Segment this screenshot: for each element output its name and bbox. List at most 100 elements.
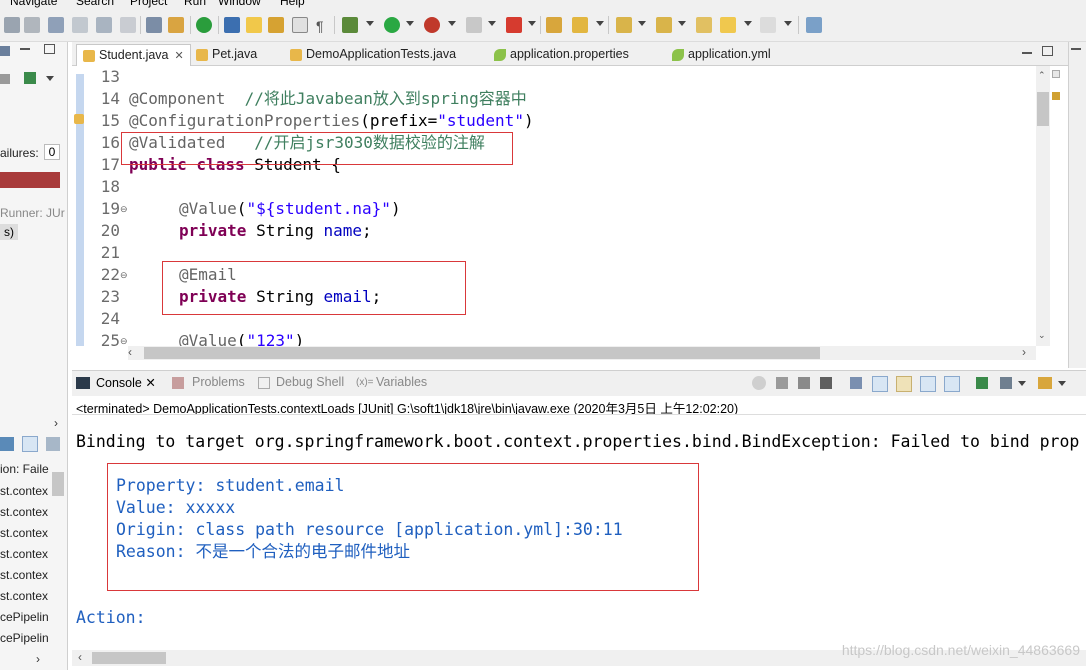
tree-item[interactable]: st.contex bbox=[0, 568, 48, 582]
tab-console[interactable]: Console ✕ bbox=[96, 375, 156, 390]
minimize-icon[interactable] bbox=[20, 48, 30, 50]
tree-item[interactable]: cePipelin bbox=[0, 610, 49, 624]
open-console-icon[interactable] bbox=[1038, 377, 1052, 389]
highlight-icon[interactable] bbox=[246, 17, 262, 33]
show-on-output-icon[interactable] bbox=[920, 376, 936, 392]
code-editor[interactable]: 13 14 15 16 17 18 19 20 21 22 23 24 25 ⊖… bbox=[72, 66, 1052, 346]
chevron-down-icon[interactable] bbox=[744, 21, 752, 26]
outline-icon[interactable] bbox=[146, 17, 162, 33]
history-icon[interactable] bbox=[0, 74, 10, 84]
editor-vertical-scrollbar[interactable]: ⌃ ⌄ bbox=[1036, 66, 1050, 346]
scrollbar-thumb[interactable] bbox=[92, 652, 166, 664]
tree-icon[interactable] bbox=[46, 437, 60, 451]
scroll-lock-icon[interactable] bbox=[872, 376, 888, 392]
chevron-down-icon[interactable] bbox=[1018, 381, 1026, 386]
chevron-down-icon[interactable] bbox=[638, 21, 646, 26]
chevron-right-icon[interactable]: › bbox=[36, 652, 40, 666]
tree-item[interactable]: st.contex bbox=[0, 589, 48, 603]
chevron-down-icon[interactable] bbox=[406, 21, 414, 26]
menu-help[interactable]: Help bbox=[280, 0, 305, 8]
chevron-down-icon[interactable] bbox=[784, 21, 792, 26]
coverage-icon[interactable] bbox=[424, 17, 440, 33]
chevron-down-icon[interactable] bbox=[488, 21, 496, 26]
tree-item[interactable]: st.contex bbox=[0, 547, 48, 561]
filter-icon[interactable] bbox=[22, 436, 38, 452]
close-icon[interactable]: ✕ bbox=[145, 376, 155, 390]
menu-run[interactable]: Run bbox=[184, 0, 206, 8]
tab-debug-shell[interactable]: Debug Shell bbox=[276, 375, 344, 389]
run-icon[interactable] bbox=[384, 17, 400, 33]
tree-item[interactable]: ion: Faile bbox=[0, 462, 49, 476]
warning-icon[interactable] bbox=[74, 114, 84, 124]
clear-console-icon[interactable] bbox=[850, 377, 862, 389]
tab-application-properties[interactable]: application.properties bbox=[488, 44, 635, 66]
print-icon[interactable] bbox=[72, 17, 88, 33]
save-icon[interactable] bbox=[24, 17, 40, 33]
layout-icon[interactable] bbox=[24, 72, 36, 84]
editor-horizontal-scrollbar[interactable]: ‹ › bbox=[128, 345, 1036, 360]
show-on-error-icon[interactable] bbox=[944, 376, 960, 392]
panel-icon[interactable] bbox=[0, 46, 10, 56]
chevron-right-icon[interactable]: › bbox=[54, 416, 58, 430]
code-line-19[interactable]: @Value("${student.na}") bbox=[179, 198, 401, 220]
external-tools-icon[interactable] bbox=[506, 17, 522, 33]
remove-launch-icon[interactable] bbox=[820, 377, 832, 389]
code-line-25[interactable]: @Value("123") bbox=[179, 330, 304, 346]
toggle-mark-icon[interactable] bbox=[168, 17, 184, 33]
forward-icon[interactable] bbox=[760, 17, 776, 33]
terminate-icon[interactable] bbox=[776, 377, 788, 389]
tab-variables[interactable]: Variables bbox=[376, 375, 427, 389]
minimize-icon[interactable] bbox=[1071, 48, 1081, 50]
properties-icon[interactable] bbox=[120, 17, 136, 33]
last-edit-icon[interactable] bbox=[696, 17, 712, 33]
chevron-down-icon[interactable] bbox=[528, 21, 536, 26]
code-line-20[interactable]: private String name; bbox=[179, 220, 372, 242]
chevron-down-icon[interactable] bbox=[1058, 381, 1066, 386]
display-console-icon[interactable] bbox=[1000, 377, 1012, 389]
tree-item[interactable]: st.contex bbox=[0, 484, 48, 498]
back-icon[interactable] bbox=[720, 17, 736, 33]
prev-annotation-icon[interactable] bbox=[656, 17, 672, 33]
chevron-down-icon[interactable] bbox=[678, 21, 686, 26]
stop-icon[interactable] bbox=[466, 17, 482, 33]
overview-ruler-icon[interactable] bbox=[1052, 70, 1060, 78]
chevron-left-icon[interactable]: ‹ bbox=[128, 345, 132, 359]
chevron-down-icon[interactable] bbox=[366, 21, 374, 26]
chevron-down-icon[interactable] bbox=[46, 76, 54, 81]
word-wrap-icon[interactable] bbox=[896, 376, 912, 392]
menu-window[interactable]: Window bbox=[218, 0, 261, 8]
menu-navigate[interactable]: Navigate bbox=[10, 0, 57, 8]
save-all-icon[interactable] bbox=[48, 17, 64, 33]
tree-scrollbar-thumb[interactable] bbox=[52, 472, 64, 496]
menu-project[interactable]: Project bbox=[130, 0, 167, 8]
tree-item[interactable]: st.contex bbox=[0, 526, 48, 540]
search-icon[interactable] bbox=[572, 17, 588, 33]
console-output[interactable]: Binding to target org.springframework.bo… bbox=[72, 414, 1086, 650]
code-line-15[interactable]: @ConfigurationProperties(prefix="student… bbox=[129, 110, 534, 132]
tab-student-java[interactable]: Student.java ✕ bbox=[76, 44, 191, 66]
bug-icon[interactable] bbox=[342, 17, 358, 33]
fold-icon[interactable]: ⊖ bbox=[120, 330, 128, 346]
collapse-icon[interactable] bbox=[4, 17, 20, 33]
chevron-right-icon[interactable]: › bbox=[1022, 345, 1026, 359]
scrollbar-thumb[interactable] bbox=[1037, 92, 1049, 126]
next-annotation-icon[interactable] bbox=[616, 17, 632, 33]
tree-item[interactable]: st.contex bbox=[0, 505, 48, 519]
pilcrow-icon[interactable]: ¶ bbox=[316, 18, 324, 34]
maximize-icon[interactable] bbox=[1042, 46, 1053, 56]
warning-marker[interactable] bbox=[1052, 92, 1060, 100]
chevron-down-icon[interactable]: ⌄ bbox=[1038, 330, 1046, 341]
relaunch-icon[interactable] bbox=[752, 376, 766, 390]
failures-only-icon[interactable] bbox=[0, 437, 14, 451]
tab-pet-java[interactable]: Pet.java bbox=[190, 44, 263, 66]
code-line-14[interactable]: @Component //将此Javabean放入到spring容器中 bbox=[129, 88, 527, 110]
tab-application-yml[interactable]: application.yml bbox=[666, 44, 777, 66]
remove-all-terminated-icon[interactable] bbox=[798, 377, 810, 389]
maximize-icon[interactable] bbox=[44, 44, 55, 54]
open-perspective-icon[interactable] bbox=[806, 17, 822, 33]
skip-breakpoints-icon[interactable] bbox=[196, 17, 212, 33]
open-type-icon[interactable] bbox=[546, 17, 562, 33]
block-selection-icon[interactable] bbox=[268, 17, 284, 33]
chevron-left-icon[interactable]: ‹ bbox=[78, 650, 82, 664]
debug-icon[interactable] bbox=[224, 17, 240, 33]
